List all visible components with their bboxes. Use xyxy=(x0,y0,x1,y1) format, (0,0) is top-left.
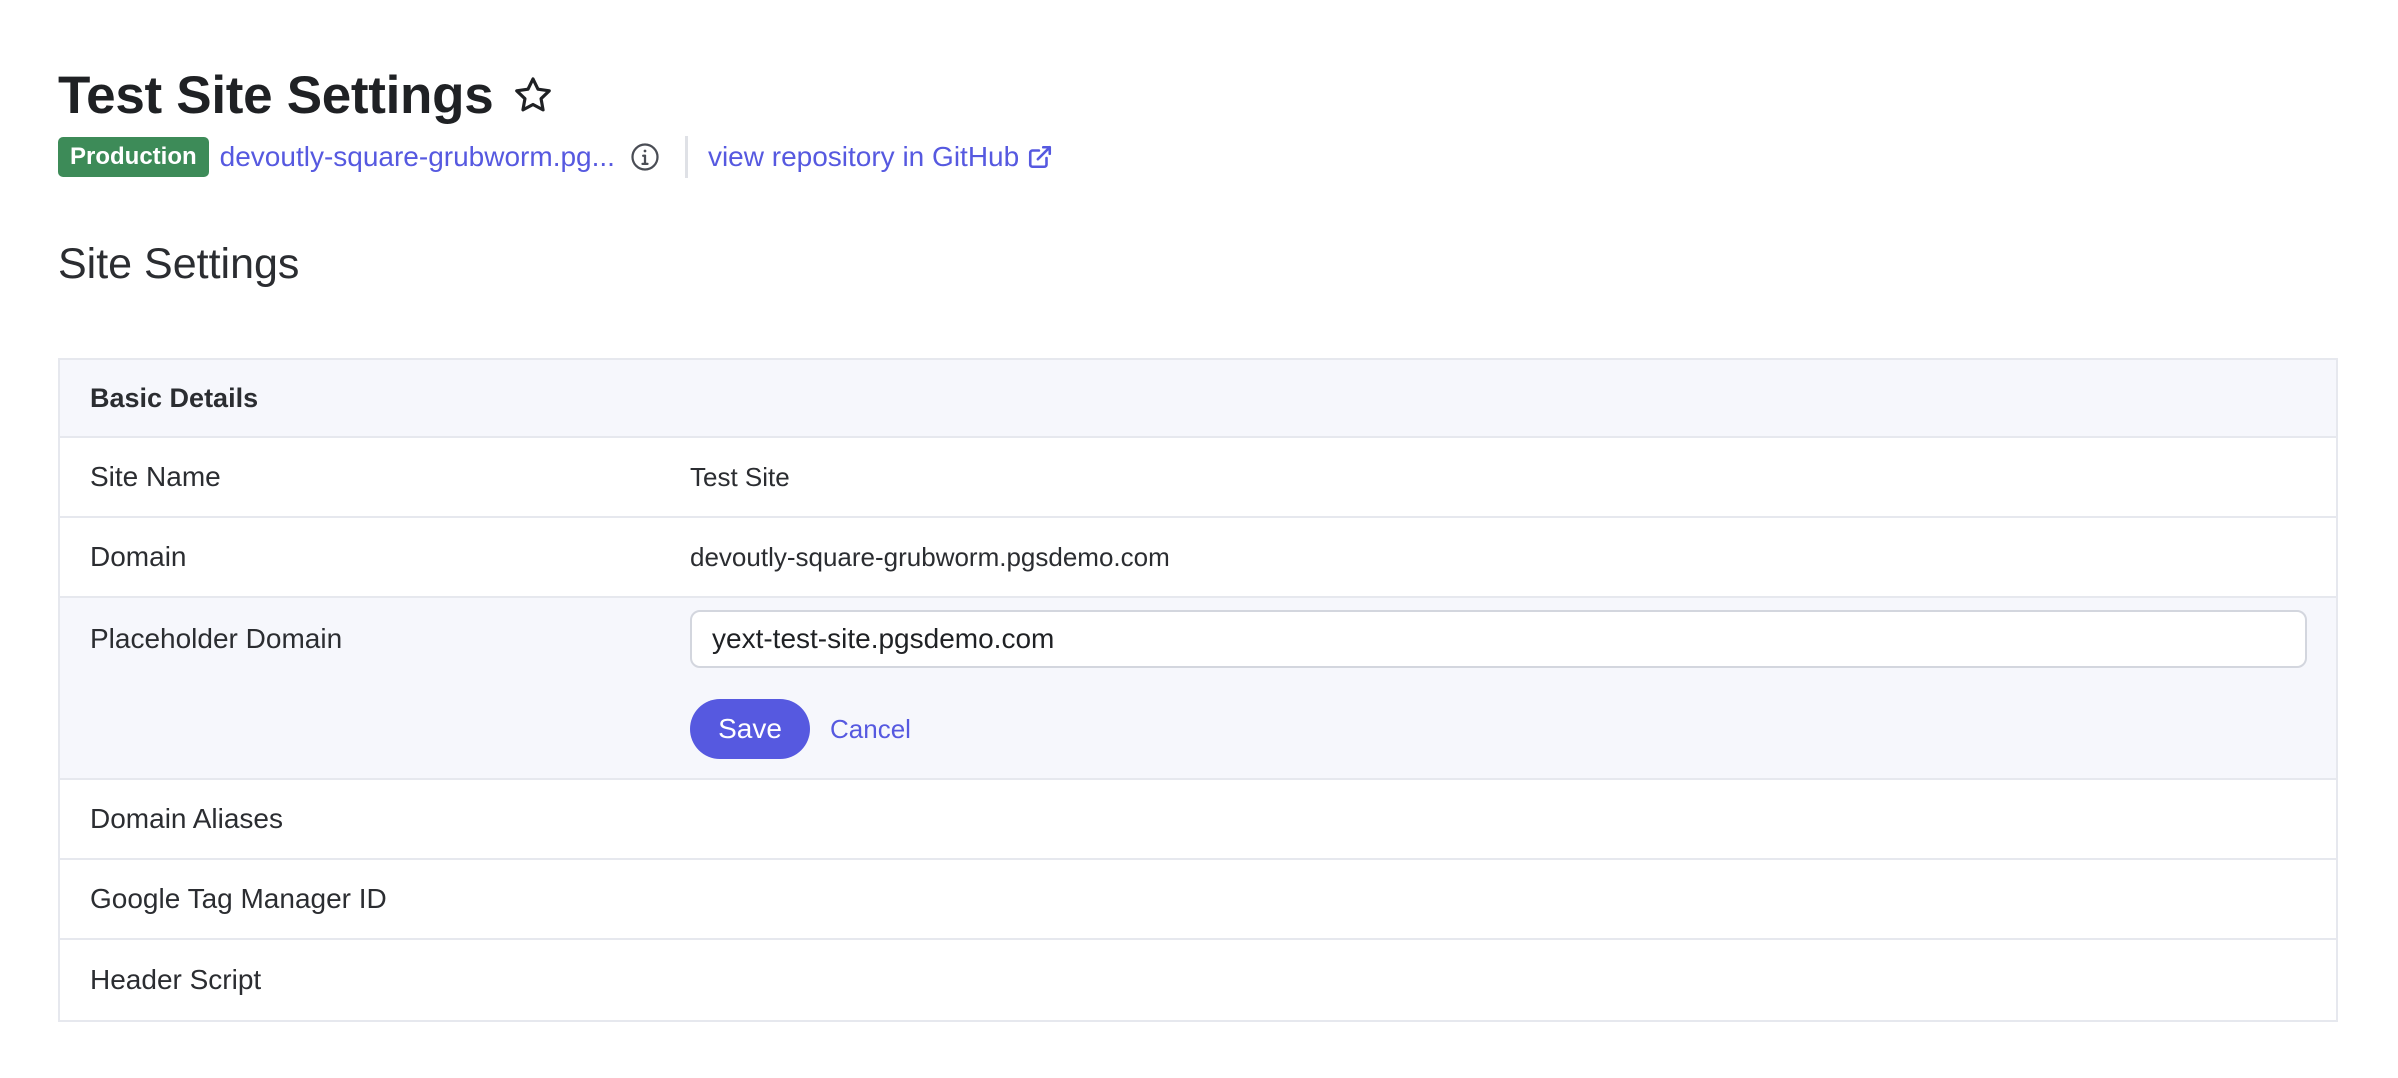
row-label: Domain xyxy=(90,541,187,572)
header-divider xyxy=(684,136,688,178)
settings-row-header-script[interactable]: Header Script xyxy=(60,940,2336,1020)
star-icon[interactable] xyxy=(511,73,555,117)
view-repository-label: view repository in GitHub xyxy=(707,141,1020,172)
settings-row-google-tag-manager-id[interactable]: Google Tag Manager ID xyxy=(60,860,2336,940)
row-label: Site Name xyxy=(90,461,221,492)
row-value: Test Site xyxy=(690,461,790,492)
card-header: Basic Details xyxy=(60,360,2336,438)
row-label: Domain Aliases xyxy=(90,803,283,834)
title-row: Test Site Settings xyxy=(58,60,1053,130)
edit-area: Save Cancel xyxy=(690,598,2307,759)
settings-row-domain-aliases[interactable]: Domain Aliases xyxy=(60,780,2336,860)
site-domain-link[interactable]: devoutly-square-grubworm.pg... xyxy=(220,141,615,173)
settings-row-domain[interactable]: Domain devoutly-square-grubworm.pgsdemo.… xyxy=(60,518,2336,598)
button-row: Save Cancel xyxy=(690,699,2307,759)
basic-details-card: Basic Details Site Name Test Site Domain… xyxy=(58,358,2338,1022)
page-header: Test Site Settings Production devoutly-s… xyxy=(58,60,1053,182)
row-label: Google Tag Manager ID xyxy=(90,883,387,914)
external-link-icon xyxy=(1027,144,1053,170)
info-icon[interactable] xyxy=(629,141,661,173)
settings-row-placeholder-domain: Placeholder Domain Save Cancel xyxy=(60,598,2336,780)
environment-badge: Production xyxy=(58,137,209,177)
card-heading: Basic Details xyxy=(90,382,259,413)
row-value: devoutly-square-grubworm.pgsdemo.com xyxy=(690,541,1170,572)
row-label: Header Script xyxy=(90,964,262,995)
settings-row-site-name[interactable]: Site Name Test Site xyxy=(60,438,2336,518)
page-title: Test Site Settings xyxy=(58,65,494,125)
save-button[interactable]: Save xyxy=(690,699,810,759)
row-label: Placeholder Domain xyxy=(90,623,343,654)
placeholder-domain-input[interactable] xyxy=(690,610,2307,668)
meta-row: Production devoutly-square-grubworm.pg..… xyxy=(58,132,1053,182)
cancel-button[interactable]: Cancel xyxy=(830,714,911,745)
section-title: Site Settings xyxy=(58,240,300,288)
view-repository-link[interactable]: view repository in GitHub xyxy=(708,141,1053,173)
